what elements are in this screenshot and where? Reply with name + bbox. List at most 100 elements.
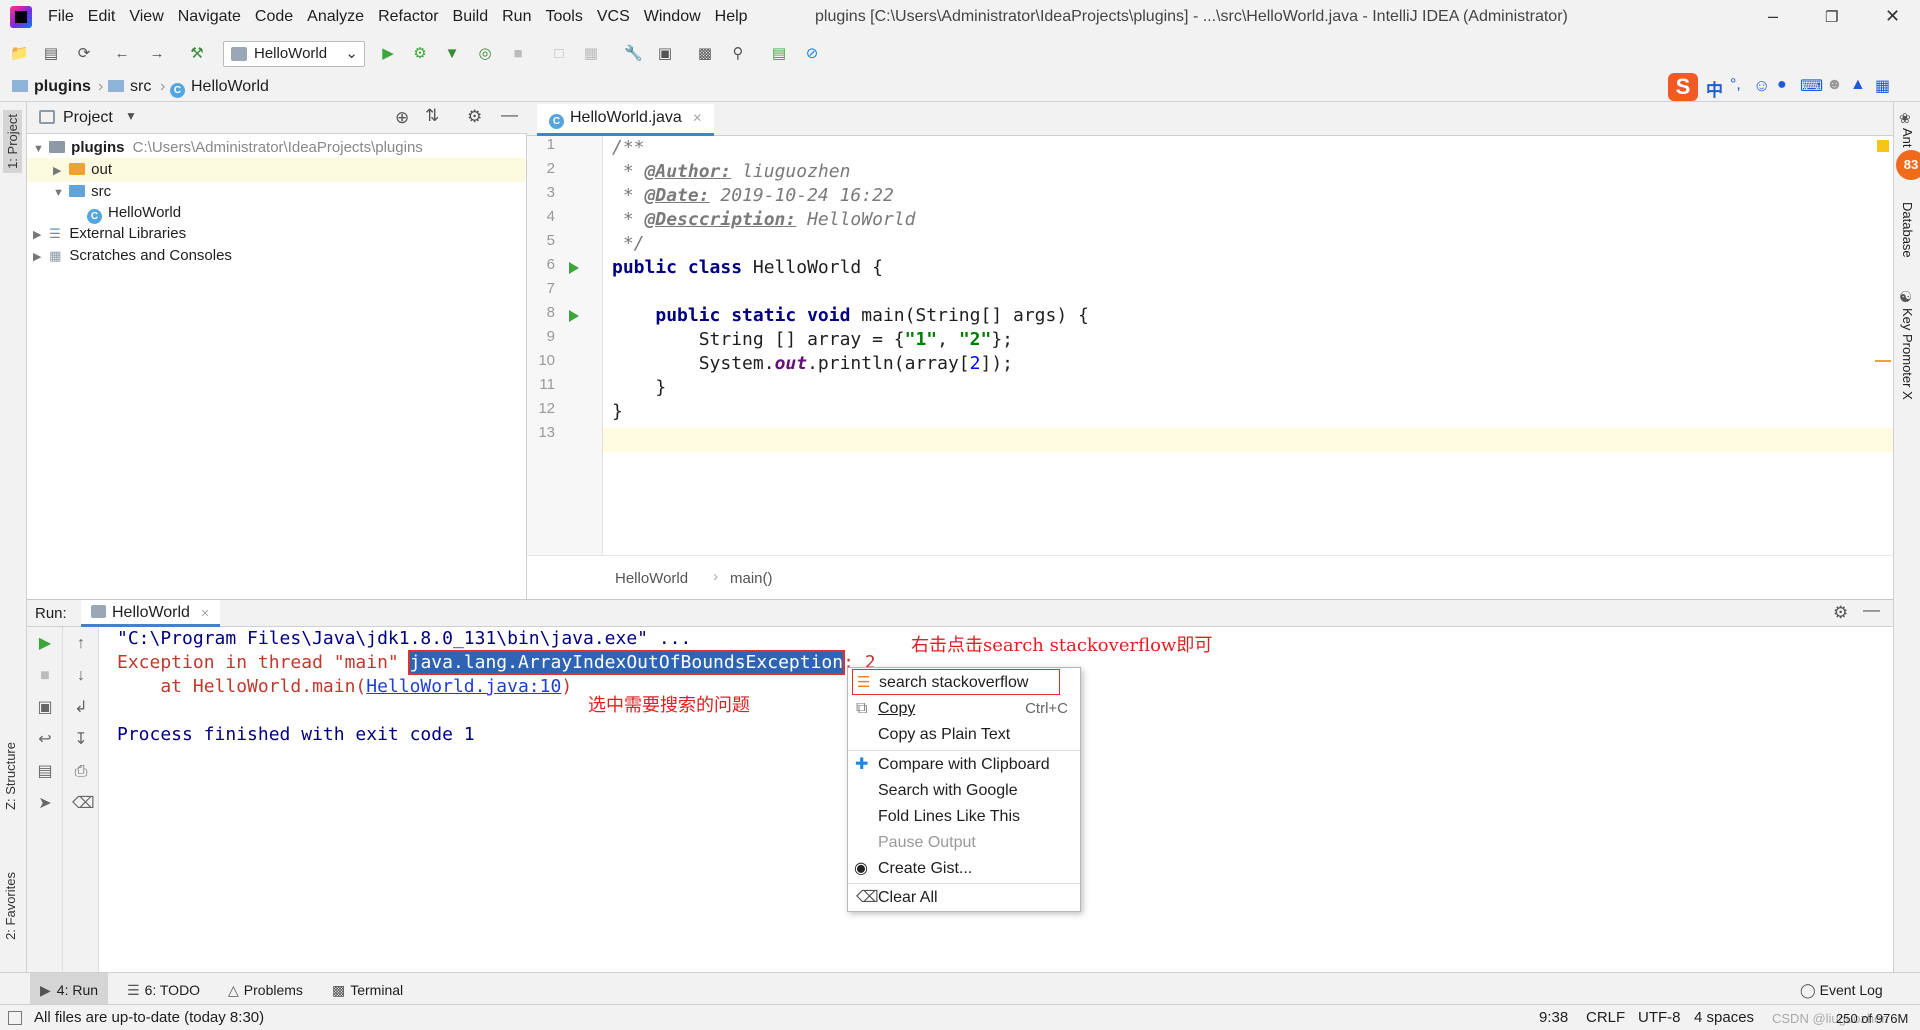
menu-view[interactable]: View [129, 8, 163, 26]
bottom-tab-todo[interactable]: ☰ 6: TODO [127, 982, 200, 999]
chevron-down-icon[interactable]: ▼ [125, 109, 137, 123]
notification-badge[interactable]: 83 [1896, 150, 1920, 180]
ime-toolbox-icon[interactable]: ▦ [1875, 76, 1890, 96]
scroll-to-end-icon[interactable]: ↧ [72, 731, 90, 749]
stop-icon[interactable]: ■ [36, 667, 54, 685]
run-main-gutter-icon[interactable] [569, 310, 579, 322]
menu-build[interactable]: Build [453, 8, 489, 26]
menu-item-copy-plain-text[interactable]: Copy as Plain Text [848, 722, 1080, 748]
run-tab-helloworld[interactable]: HelloWorld ✕ [81, 600, 220, 627]
menu-run[interactable]: Run [502, 8, 531, 26]
run-class-gutter-icon[interactable] [569, 262, 579, 274]
menu-edit[interactable]: Edit [88, 8, 116, 26]
ime-user-icon[interactable]: ☻ [1826, 76, 1843, 94]
activity-monitor-icon[interactable]: ▤ [770, 45, 788, 63]
hide-panel-icon[interactable]: — [1863, 600, 1880, 620]
ime-skin-icon[interactable]: ▲ [1850, 76, 1866, 94]
profile-icon[interactable]: ◎ [476, 45, 494, 63]
collapse-all-icon[interactable]: ⇅ [425, 106, 439, 126]
menu-navigate[interactable]: Navigate [178, 8, 241, 26]
bottom-tab-event-log[interactable]: ◯ Event Log [1800, 982, 1883, 999]
breadcrumb-file[interactable]: C HelloWorld [170, 78, 269, 98]
menu-window[interactable]: Window [644, 8, 701, 26]
project-view-select[interactable]: Project [63, 109, 113, 127]
coverage-icon[interactable]: ▼ [443, 45, 461, 63]
memory-indicator[interactable]: 250 of 976M [1836, 1011, 1908, 1026]
gear-icon[interactable]: ⚙ [1833, 603, 1848, 623]
back-icon[interactable]: ← [113, 45, 131, 63]
ime-keyboard-icon[interactable]: ⌨ [1800, 76, 1823, 96]
sogou-ime-icon[interactable]: S [1668, 73, 1698, 101]
close-tab-icon[interactable]: ✕ [200, 608, 209, 620]
line-separator[interactable]: CRLF [1586, 1009, 1625, 1026]
selected-exception-text[interactable]: java.lang.ArrayIndexOutOfBoundsException [407, 650, 846, 675]
menu-refactor[interactable]: Refactor [378, 8, 438, 26]
vcs-update-icon[interactable]: □ [550, 45, 568, 63]
gear-icon[interactable]: ⚙ [467, 107, 482, 127]
tree-item-out[interactable]: ▶ out [27, 158, 526, 182]
editor-crumb-class[interactable]: HelloWorld [615, 570, 688, 587]
project-structure-icon[interactable]: ▣ [656, 45, 674, 63]
menu-item-copy[interactable]: ⧉ Copy Ctrl+C [848, 696, 1080, 722]
menu-help[interactable]: Help [715, 8, 748, 26]
menu-vcs[interactable]: VCS [597, 8, 630, 26]
stack-trace-link[interactable]: HelloWorld.java:10 [366, 676, 561, 697]
stop-icon[interactable]: ■ [509, 45, 527, 63]
tree-item-scratches[interactable]: ▶ ▦ Scratches and Consoles [33, 244, 232, 268]
layout-icon[interactable]: ▤ [36, 763, 54, 781]
search-icon[interactable]: ⚲ [729, 45, 747, 63]
hide-panel-icon[interactable]: — [501, 105, 518, 125]
vcs-commit-icon[interactable]: ▦ [582, 45, 600, 63]
menu-analyze[interactable]: Analyze [307, 8, 364, 26]
breadcrumb-src[interactable]: src [108, 78, 151, 96]
save-icon[interactable]: ▤ [42, 45, 60, 63]
inspection-warning-icon[interactable] [1877, 140, 1889, 152]
debug-icon[interactable]: ⚙ [411, 45, 429, 63]
terminal-icon[interactable]: ▩ [696, 45, 714, 63]
tree-root[interactable]: ▼ plugins C:\Users\Administrator\IdeaPro… [33, 136, 423, 160]
menu-item-clear-all[interactable]: ⌫ Clear All [848, 885, 1080, 911]
menu-item-search-stackoverflow[interactable]: ☰ search stackoverflow [852, 669, 1060, 695]
build-hammer-icon[interactable]: ⚒ [188, 45, 206, 63]
forward-icon[interactable]: → [148, 45, 166, 63]
ime-emoji-icon[interactable]: ☺ [1753, 76, 1770, 96]
minimize-icon[interactable]: – [1768, 6, 1778, 27]
sync-icon[interactable]: ⟳ [75, 45, 93, 63]
ime-punct-icon[interactable]: °, [1730, 76, 1741, 94]
toggle-tool-windows-icon[interactable] [8, 1011, 22, 1025]
error-stripe-mark[interactable] [1875, 360, 1891, 362]
tab-database[interactable]: Database [1900, 202, 1915, 258]
settings-wrench-icon[interactable]: 🔧 [624, 45, 643, 63]
menu-item-fold-lines[interactable]: Fold Lines Like This [848, 804, 1080, 830]
menu-file[interactable]: File [48, 8, 74, 26]
tab-project[interactable]: 1: Project [3, 110, 22, 173]
restore-layout-icon[interactable]: ↩ [36, 731, 54, 749]
close-icon[interactable]: ✕ [1885, 6, 1900, 27]
menu-item-compare-clipboard[interactable]: ✚ Compare with Clipboard [848, 752, 1080, 778]
tab-ant[interactable]: Ant [1900, 128, 1915, 148]
bottom-tab-terminal[interactable]: ▩ Terminal [332, 982, 403, 999]
pin-icon[interactable]: ➤ [36, 795, 54, 813]
tab-favorites[interactable]: 2: Favorites [3, 872, 18, 940]
tab-helloworld-java[interactable]: C HelloWorld.java ✕ [537, 104, 715, 136]
menu-tools[interactable]: Tools [545, 8, 582, 26]
ime-chinese-icon[interactable]: 中 [1706, 76, 1723, 101]
editor-crumb-method[interactable]: main() [730, 570, 773, 587]
soft-wrap-icon[interactable]: ↲ [72, 699, 90, 717]
file-encoding[interactable]: UTF-8 [1638, 1009, 1681, 1026]
open-folder-icon[interactable]: 📁 [10, 45, 29, 63]
ime-voice-icon[interactable]: ● [1777, 76, 1787, 94]
locate-icon[interactable]: ⊕ [395, 108, 409, 128]
tab-key-promoter[interactable]: Key Promoter X [1900, 308, 1915, 400]
tab-structure[interactable]: Z: Structure [3, 742, 18, 810]
restore-icon[interactable]: ❐ [1825, 8, 1838, 26]
rerun-icon[interactable]: ▶ [36, 635, 54, 653]
caret-position[interactable]: 9:38 [1539, 1009, 1568, 1026]
run-config-select[interactable]: HelloWorld ⌄ [223, 41, 365, 67]
breadcrumb-project[interactable]: plugins [12, 78, 91, 96]
indent-setting[interactable]: 4 spaces [1694, 1009, 1754, 1026]
close-tab-icon[interactable]: ✕ [692, 111, 702, 125]
run-icon[interactable]: ▶ [379, 45, 397, 63]
bottom-tab-problems[interactable]: △ Problems [228, 982, 303, 999]
bottom-tab-run[interactable]: ▶ 4: Run [30, 973, 109, 1005]
